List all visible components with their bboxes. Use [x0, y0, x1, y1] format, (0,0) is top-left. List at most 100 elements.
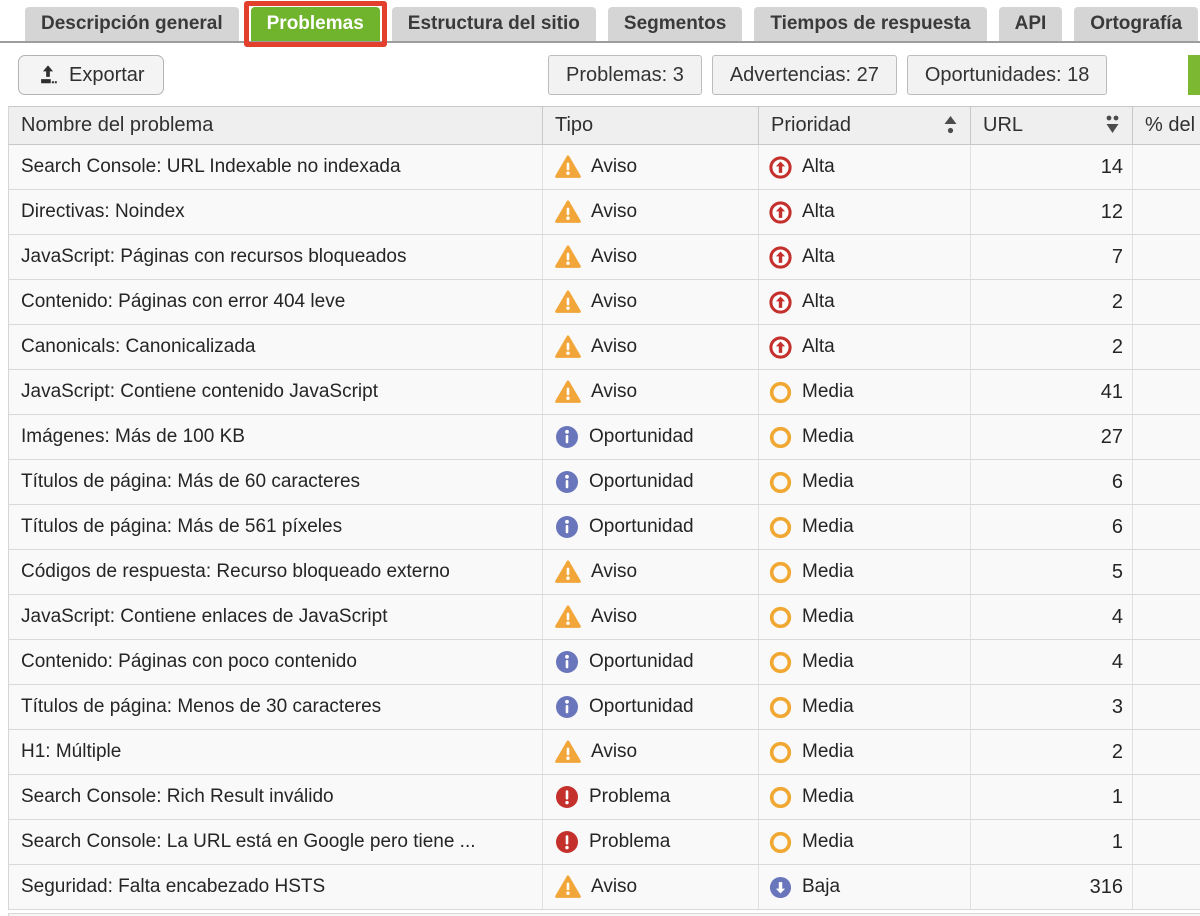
tab-descripcion-general[interactable]: Descripción general [25, 7, 239, 41]
table-row[interactable]: Títulos de página: Más de 60 caracteresO… [8, 460, 1200, 505]
warning-icon [555, 380, 581, 404]
table-row[interactable]: Search Console: URL Indexable no indexad… [8, 145, 1200, 190]
priority-cell: Baja [759, 865, 971, 909]
priority-label: Alta [802, 201, 835, 223]
type-cell: Aviso [543, 235, 759, 279]
column-header-prioridad[interactable]: Prioridad [759, 107, 971, 144]
table-row[interactable]: Contenido: Páginas con poco contenidoOpo… [8, 640, 1200, 685]
url-count-cell: 6 [971, 505, 1133, 549]
issue-name-cell: Imágenes: Más de 100 KB [9, 415, 543, 459]
issue-name-cell: Canonicals: Canonicalizada [9, 325, 543, 369]
priority-cell: Media [759, 730, 971, 774]
type-label: Oportunidad [589, 516, 694, 538]
type-cell: Aviso [543, 550, 759, 594]
priority-cell: Media [759, 460, 971, 504]
table-row[interactable]: Contenido: Páginas con error 404 leveAvi… [8, 280, 1200, 325]
column-header-label: Prioridad [771, 114, 851, 137]
issue-name-cell: JavaScript: Contiene enlaces de JavaScri… [9, 595, 543, 639]
circle-outline-icon [769, 426, 792, 449]
table-row[interactable]: Imágenes: Más de 100 KBOportunidadMedia2… [8, 415, 1200, 460]
type-cell: Aviso [543, 730, 759, 774]
url-count-cell: 2 [971, 325, 1133, 369]
type-label: Oportunidad [589, 426, 694, 448]
issues-table: Nombre del problema Tipo Prioridad URL% del… [8, 106, 1200, 916]
type-cell: Oportunidad [543, 460, 759, 504]
table-row[interactable]: Títulos de página: Menos de 30 caractere… [8, 685, 1200, 730]
tab-estructura-del-sitio[interactable]: Estructura del sitio [392, 7, 596, 41]
type-label: Oportunidad [589, 471, 694, 493]
error-icon [555, 785, 579, 809]
type-cell: Problema [543, 775, 759, 819]
table-row[interactable]: Seguridad: Falta encabezado HSTS Aviso Baj… [8, 865, 1200, 910]
table-row[interactable]: JavaScript: Contiene contenido JavaScrip… [8, 370, 1200, 415]
url-count-cell: 7 [971, 235, 1133, 279]
percent-cell [1133, 595, 1200, 639]
table-row[interactable]: JavaScript: Contiene enlaces de JavaScri… [8, 595, 1200, 640]
column-header-del-total[interactable]: % del total [1133, 107, 1200, 144]
column-header-url[interactable]: URL [971, 107, 1133, 144]
url-count-cell: 4 [971, 595, 1133, 639]
type-cell: Aviso [543, 595, 759, 639]
priority-label: Media [802, 741, 854, 763]
type-label: Oportunidad [589, 696, 694, 718]
url-count-cell: 2 [971, 280, 1133, 324]
priority-cell: Media [759, 370, 971, 414]
arrow-up-circle-icon [769, 156, 792, 179]
issue-name-cell: Códigos de respuesta: Recurso bloqueado … [9, 550, 543, 594]
priority-cell: Media [759, 595, 971, 639]
url-count-cell: 316 [971, 865, 1133, 909]
table-row[interactable]: JavaScript: Páginas con recursos bloquea… [8, 235, 1200, 280]
type-label: Aviso [591, 876, 637, 898]
url-count-cell: 41 [971, 370, 1133, 414]
info-icon [555, 425, 579, 449]
type-label: Aviso [591, 336, 637, 358]
table-row[interactable]: Códigos de respuesta: Recurso bloqueado … [8, 550, 1200, 595]
issue-name-cell: Search Console: URL Indexable no indexad… [9, 145, 543, 189]
badge-advertencias[interactable]: Advertencias: 27 [712, 55, 897, 95]
sort-descending-icon [1105, 114, 1120, 137]
column-header-label: Nombre del problema [21, 114, 213, 137]
table-row[interactable]: Search Console: Rich Result inválidoProb… [8, 775, 1200, 820]
percent-cell [1133, 325, 1200, 369]
circle-outline-icon [769, 381, 792, 404]
type-cell: Aviso [543, 370, 759, 414]
info-icon [555, 650, 579, 674]
arrow-up-circle-icon [769, 291, 792, 314]
warning-icon [555, 335, 581, 359]
tab-ortografia[interactable]: Ortografía [1074, 7, 1198, 41]
priority-cell: Media [759, 685, 971, 729]
circle-outline-icon [769, 471, 792, 494]
percent-cell [1133, 280, 1200, 324]
percent-cell [1133, 370, 1200, 414]
warning-icon [555, 245, 581, 269]
arrow-up-circle-icon [769, 336, 792, 359]
badge-oportunidades[interactable]: Oportunidades: 18 [907, 55, 1108, 95]
export-button[interactable]: Exportar [18, 55, 164, 95]
warning-icon [555, 155, 581, 179]
tab-tiempos-de-respuesta[interactable]: Tiempos de respuesta [754, 7, 986, 41]
percent-cell [1133, 145, 1200, 189]
column-header-tipo[interactable]: Tipo [543, 107, 759, 144]
priority-label: Media [802, 606, 854, 628]
table-row[interactable]: Títulos de página: Más de 561 píxelesOpo… [8, 505, 1200, 550]
type-label: Aviso [591, 606, 637, 628]
error-icon [555, 830, 579, 854]
table-row[interactable]: Directivas: NoindexAvisoAlta12 [8, 190, 1200, 235]
column-header-nombre-del-problema[interactable]: Nombre del problema [9, 107, 543, 144]
priority-label: Media [802, 381, 854, 403]
url-count-cell: 27 [971, 415, 1133, 459]
priority-label: Media [802, 696, 854, 718]
table-row[interactable]: Search Console: La URL está en Google pe… [8, 820, 1200, 865]
arrow-down-circle-icon [769, 876, 792, 899]
tab-problemas[interactable]: Problemas [251, 7, 380, 41]
url-count-cell: 12 [971, 190, 1133, 234]
issue-name-cell: Seguridad: Falta encabezado HSTS [9, 865, 543, 909]
tab-api[interactable]: API [999, 7, 1063, 41]
tab-segmentos[interactable]: Segmentos [608, 7, 742, 41]
table-row[interactable]: Canonicals: CanonicalizadaAvisoAlta2 [8, 325, 1200, 370]
type-label: Aviso [591, 561, 637, 583]
priority-cell: Media [759, 505, 971, 549]
table-row[interactable]: H1: MúltipleAvisoMedia2 [8, 730, 1200, 775]
warning-icon [555, 875, 581, 899]
badge-problemas[interactable]: Problemas: 3 [548, 55, 702, 95]
